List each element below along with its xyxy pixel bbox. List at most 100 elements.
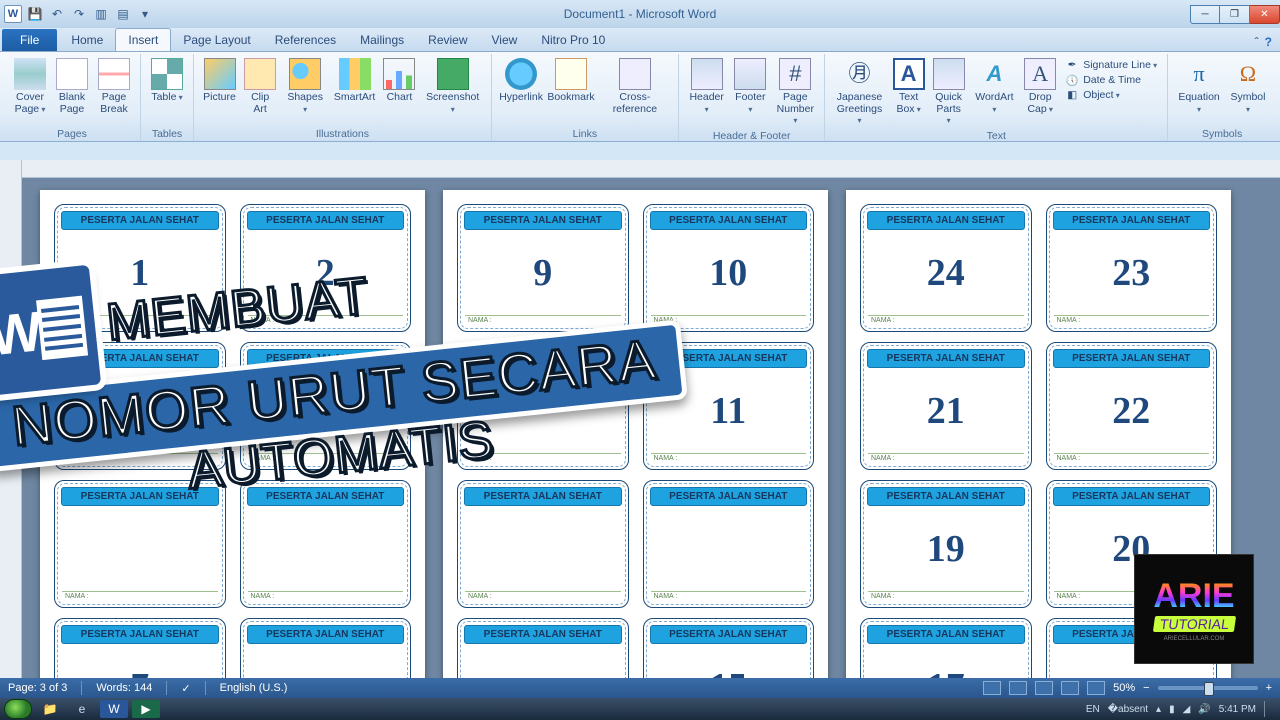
- clip-art-button[interactable]: Clip Art: [241, 56, 279, 127]
- chart-button[interactable]: Chart: [380, 56, 418, 127]
- symbol-button[interactable]: ΩSymbol: [1226, 56, 1270, 127]
- tab-page-layout[interactable]: Page Layout: [171, 29, 262, 51]
- tab-home[interactable]: Home: [59, 29, 115, 51]
- wordart-button[interactable]: AWordArt: [970, 56, 1020, 129]
- tray-flag-icon[interactable]: �absent: [1108, 704, 1148, 715]
- zoom-in-button[interactable]: +: [1266, 682, 1272, 694]
- status-page[interactable]: Page: 3 of 3: [8, 682, 67, 694]
- view-outline-button[interactable]: [1061, 681, 1079, 695]
- cross-reference-button[interactable]: Cross-reference: [598, 56, 672, 127]
- taskbar-media-icon[interactable]: ▶: [132, 700, 160, 718]
- word-app-icon[interactable]: W: [4, 5, 22, 23]
- qat-undo-icon[interactable]: ↶: [48, 5, 66, 23]
- tray-battery-icon[interactable]: ▮: [1169, 704, 1175, 715]
- ticket-card[interactable]: PESERTA JALAN SEHAT7NAMA :: [54, 618, 226, 678]
- tray-up-icon[interactable]: ▴: [1156, 704, 1161, 715]
- ticket-card[interactable]: PESERTA JALAN SEHAT22NAMA :: [1046, 342, 1218, 470]
- pages-container[interactable]: PESERTA JALAN SEHAT1NAMA :PESERTA JALAN …: [22, 178, 1280, 678]
- ticket-card[interactable]: PESERTA JALAN SEHATNAMA :: [457, 618, 629, 678]
- view-print-layout-button[interactable]: [983, 681, 1001, 695]
- qat-open-icon[interactable]: ▤: [114, 5, 132, 23]
- zoom-slider[interactable]: [1158, 686, 1258, 690]
- view-full-screen-button[interactable]: [1009, 681, 1027, 695]
- screenshot-button[interactable]: Screenshot: [421, 56, 485, 127]
- table-button[interactable]: Table: [147, 56, 187, 127]
- status-language[interactable]: English (U.S.): [220, 682, 288, 694]
- maximize-button[interactable]: ❐: [1220, 5, 1250, 24]
- status-words[interactable]: Words: 144: [96, 682, 152, 694]
- taskbar-explorer-icon[interactable]: 📁: [36, 700, 64, 718]
- tab-insert[interactable]: Insert: [115, 28, 171, 51]
- ticket-card[interactable]: PESERTA JALAN SEHATNAMA :: [643, 480, 815, 608]
- ribbon-help[interactable]: ˆ?: [1247, 33, 1280, 51]
- shapes-button[interactable]: Shapes: [281, 56, 329, 127]
- minimize-ribbon-icon[interactable]: ˆ: [1255, 35, 1259, 49]
- ticket-card[interactable]: PESERTA JALAN SEHATNAMA :: [240, 342, 412, 470]
- page-break-button[interactable]: Page Break: [94, 56, 134, 127]
- ticket-card[interactable]: PESERTA JALAN SEHAT1NAMA :: [54, 204, 226, 332]
- tab-nitro[interactable]: Nitro Pro 10: [529, 29, 617, 51]
- ticket-card[interactable]: PESERTA JALAN SEHAT24NAMA :: [860, 204, 1032, 332]
- ticket-card[interactable]: PESERTA JALAN SEHAT2NAMA :: [240, 204, 412, 332]
- tab-mailings[interactable]: Mailings: [348, 29, 416, 51]
- ticket-card[interactable]: PESERTA JALAN SEHATNAMA :: [457, 480, 629, 608]
- picture-button[interactable]: Picture: [200, 56, 239, 127]
- bookmark-button[interactable]: Bookmark: [546, 56, 596, 127]
- japanese-greetings-button[interactable]: ㊊Japanese Greetings: [831, 56, 887, 129]
- ticket-card[interactable]: PESERTA JALAN SEHATNAMA :: [54, 342, 226, 470]
- taskbar-ie-icon[interactable]: e: [68, 700, 96, 718]
- taskbar-word-icon[interactable]: W: [100, 700, 128, 718]
- page-number-button[interactable]: #Page Number: [772, 56, 818, 129]
- zoom-out-button[interactable]: −: [1143, 682, 1149, 694]
- help-icon[interactable]: ?: [1265, 35, 1272, 49]
- start-button[interactable]: [4, 699, 32, 719]
- ticket-card[interactable]: PESERTA JALAN SEHAT19NAMA :: [860, 480, 1032, 608]
- ticket-card[interactable]: PESERTA JALAN SEHAT21NAMA :: [860, 342, 1032, 470]
- minimize-button[interactable]: ─: [1190, 5, 1220, 24]
- signature-line-button[interactable]: ✒Signature Line: [1063, 58, 1159, 72]
- ticket-card[interactable]: PESERTA JALAN SEHAT23NAMA :: [1046, 204, 1218, 332]
- object-button[interactable]: ◧Object: [1063, 88, 1159, 102]
- tab-file[interactable]: File: [2, 29, 57, 51]
- document-page[interactable]: PESERTA JALAN SEHAT9NAMA :PESERTA JALAN …: [443, 190, 828, 678]
- view-draft-button[interactable]: [1087, 681, 1105, 695]
- ticket-card[interactable]: PESERTA JALAN SEHAT9NAMA :: [457, 204, 629, 332]
- ticket-card[interactable]: PESERTA JALAN SEHATNAMA :: [54, 480, 226, 608]
- tab-review[interactable]: Review: [416, 29, 479, 51]
- date-time-button[interactable]: 🕔Date & Time: [1063, 73, 1159, 87]
- status-proofing-icon[interactable]: ✓: [181, 682, 190, 695]
- ticket-card[interactable]: PESERTA JALAN SEHAT15NAMA :: [643, 618, 815, 678]
- ticket-card[interactable]: PESERTA JALAN SEHATNAMA :: [240, 480, 412, 608]
- zoom-level[interactable]: 50%: [1113, 682, 1135, 694]
- view-web-layout-button[interactable]: [1035, 681, 1053, 695]
- footer-button[interactable]: Footer: [730, 56, 770, 129]
- cover-page-button[interactable]: Cover Page: [10, 56, 50, 127]
- tray-sound-icon[interactable]: 🔊: [1198, 704, 1210, 715]
- qat-customize-icon[interactable]: ▾: [136, 5, 154, 23]
- tab-references[interactable]: References: [263, 29, 348, 51]
- tray-show-desktop[interactable]: [1264, 701, 1272, 717]
- blank-page-button[interactable]: Blank Page: [52, 56, 92, 127]
- ticket-card[interactable]: PESERTA JALAN SEHAT11NAMA :: [643, 342, 815, 470]
- hyperlink-button[interactable]: Hyperlink: [498, 56, 544, 127]
- ticket-card[interactable]: PESERTA JALAN SEHATNAMA :: [240, 618, 412, 678]
- close-button[interactable]: ✕: [1250, 5, 1280, 24]
- drop-cap-button[interactable]: ADrop Cap: [1021, 56, 1059, 129]
- tray-lang[interactable]: EN: [1086, 704, 1100, 715]
- header-button[interactable]: Header: [685, 56, 728, 129]
- ticket-card[interactable]: PESERTA JALAN SEHAT10NAMA :: [643, 204, 815, 332]
- document-page[interactable]: PESERTA JALAN SEHAT1NAMA :PESERTA JALAN …: [40, 190, 425, 678]
- tray-network-icon[interactable]: ◢: [1183, 704, 1191, 715]
- qat-save-icon[interactable]: 💾: [26, 5, 44, 23]
- tab-view[interactable]: View: [480, 29, 530, 51]
- text-box-button[interactable]: AText Box: [890, 56, 928, 129]
- equation-button[interactable]: πEquation: [1174, 56, 1224, 127]
- qat-new-icon[interactable]: ▥: [92, 5, 110, 23]
- smartart-button[interactable]: SmartArt: [331, 56, 378, 127]
- tray-clock[interactable]: 5:41 PM: [1219, 704, 1256, 715]
- ruler-horizontal[interactable]: [22, 160, 1280, 178]
- quick-parts-button[interactable]: Quick Parts: [930, 56, 968, 129]
- ticket-card[interactable]: PESERTA JALAN SEHAT17NAMA :: [860, 618, 1032, 678]
- ruler-vertical[interactable]: [0, 160, 22, 678]
- ticket-card[interactable]: PESERTA JALAN SEHATNAMA :: [457, 342, 629, 470]
